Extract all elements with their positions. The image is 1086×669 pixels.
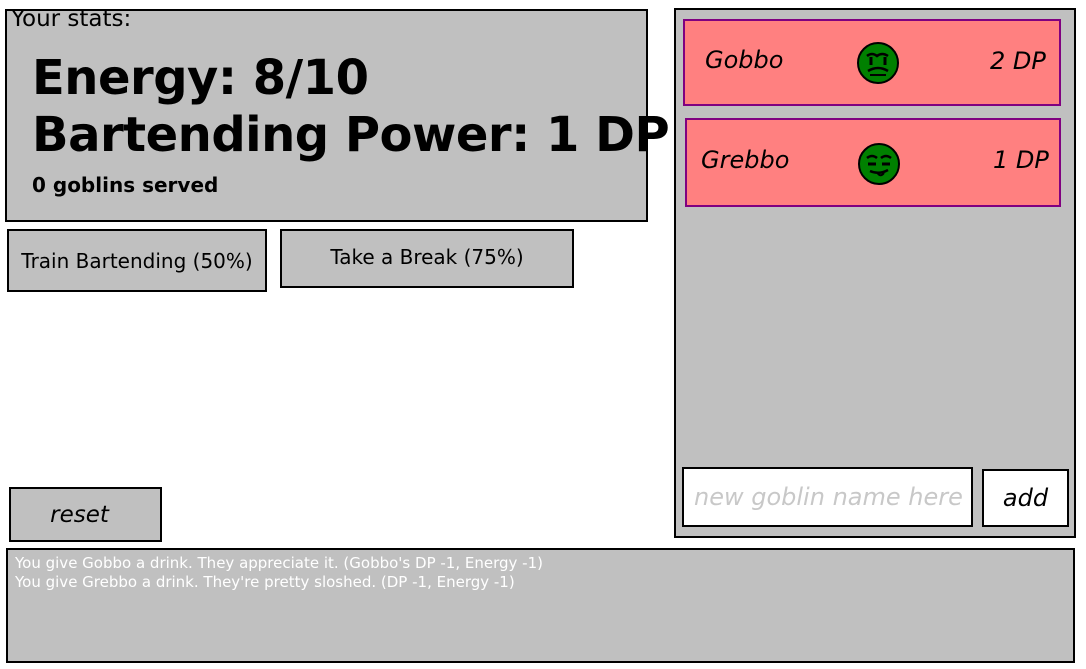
energy-stat: Energy: 8/10 [32,50,369,106]
goblin-name: Gobbo [705,46,784,74]
goblin-dp: 1 DP [993,146,1049,174]
log-entry: You give Grebbo a drink. They're pretty … [15,573,515,591]
log-entry: You give Gobbo a drink. They appreciate … [15,554,543,572]
bartending-power-stat: Bartending Power: 1 DP [32,107,670,163]
add-goblin-button[interactable]: add [982,469,1069,527]
train-bartending-button[interactable]: Train Bartending (50%) [7,229,267,292]
reset-button[interactable]: reset [9,487,162,542]
goblin-face-icon [856,41,900,85]
goblin-dp: 2 DP [990,47,1046,75]
event-log: You give Gobbo a drink. They appreciate … [6,548,1075,663]
goblin-face-icon [857,142,901,186]
take-break-button[interactable]: Take a Break (75%) [280,229,574,288]
new-goblin-name-input[interactable] [682,467,973,527]
goblins-served-stat: 0 goblins served [32,173,219,197]
stats-heading: Your stats: [11,6,132,32]
goblin-name: Grebbo [701,146,790,174]
